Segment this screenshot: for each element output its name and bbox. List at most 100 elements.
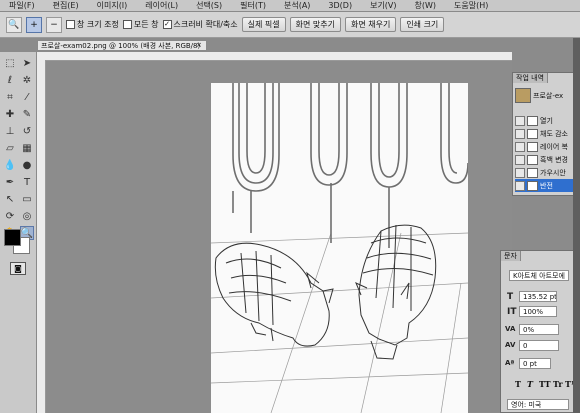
horizontal-ruler [37, 52, 512, 61]
menu-view[interactable]: 보기(V) [361, 0, 405, 11]
clone-stamp-tool-icon[interactable]: ⊥ [3, 124, 17, 138]
fit-screen-button[interactable]: 화면 맞추기 [289, 17, 341, 32]
kerning-icon: AV [505, 341, 516, 349]
history-state-icon [527, 154, 538, 165]
history-item[interactable]: 레이어 복 [515, 140, 580, 153]
history-brush-tool-icon[interactable]: ↺ [20, 124, 34, 138]
history-state-box [515, 115, 525, 126]
menu-file[interactable]: 파일(F) [0, 0, 44, 11]
history-state-box [515, 167, 525, 178]
menu-window[interactable]: 창(W) [406, 0, 446, 11]
marquee-tool-icon[interactable]: ⬚ [3, 56, 17, 70]
eyedropper-tool-icon[interactable]: ⁄ [20, 90, 34, 104]
history-item-label: 레이어 복 [540, 142, 568, 151]
baseline-shift-icon: Aª [505, 359, 515, 367]
baseline-shift-field[interactable]: 0 pt [519, 358, 551, 369]
history-item[interactable]: 가우시안 [515, 166, 580, 179]
zoom-in-button[interactable]: + [26, 16, 42, 33]
document-tab[interactable]: 프로살-exam02.png @ 100% (배경 사본, RGB/8) [37, 40, 207, 51]
menu-image[interactable]: 이미지(I) [88, 0, 137, 11]
3d-orbit-tool-icon[interactable]: ◎ [20, 209, 34, 223]
zoom-in-icon: + [30, 19, 38, 30]
menu-edit[interactable]: 편집(E) [44, 0, 88, 11]
history-item-label: 채도 감소 [540, 129, 568, 138]
menu-bar: 파일(F) 편집(E) 이미지(I) 레이어(L) 선택(S) 필터(T) 분석… [0, 0, 580, 12]
history-state-icon [527, 167, 538, 178]
tab-character[interactable]: 문자 [501, 251, 521, 261]
print-size-button[interactable]: 인쇄 크기 [400, 17, 445, 32]
type-tool-icon[interactable]: T [20, 175, 34, 189]
tracking-icon: VA [505, 325, 516, 333]
vertical-ruler [37, 60, 46, 413]
eraser-tool-icon[interactable]: ▱ [3, 141, 17, 155]
history-item-label: 열기 [540, 116, 553, 125]
zoom-out-icon: − [50, 19, 58, 30]
history-state-icon [527, 115, 538, 126]
history-item[interactable]: 열기 [515, 114, 580, 127]
gradient-tool-icon[interactable]: ▦ [20, 141, 34, 155]
history-state-icon [527, 180, 538, 191]
resize-windows-checkbox[interactable]: 창 크기 조정 [66, 19, 119, 30]
language-select[interactable]: 영어: 미국 [507, 399, 569, 410]
zoom-tool-icon[interactable]: 🔍 [6, 16, 22, 33]
shape-tool-icon[interactable]: ▭ [20, 192, 34, 206]
fill-screen-button[interactable]: 화면 채우기 [344, 17, 397, 32]
crop-tool-icon[interactable]: ⌗ [3, 90, 17, 104]
dodge-tool-icon[interactable]: ● [20, 158, 34, 172]
tab-history[interactable]: 작업 내역 [513, 73, 548, 83]
character-panel: 문자 K아트체 아트모에 T 135.52 pt IT 100% VA 0% A… [500, 250, 574, 413]
history-item[interactable]: 흑백 변경 [515, 153, 580, 166]
history-state-box [515, 180, 525, 191]
quick-mask-icon[interactable]: ◙ [10, 262, 26, 275]
menu-help[interactable]: 도움말(H) [445, 0, 497, 11]
checkbox-icon [122, 20, 132, 29]
menu-analysis[interactable]: 분석(A) [275, 0, 319, 11]
font-family-select[interactable]: K아트체 아트모에 [509, 270, 569, 281]
history-panel: 작업 내역 프로살-ex 열기 채도 감소 레이어 복 흑백 변경 가우시안 반… [512, 72, 580, 196]
history-item-label: 반전 [540, 181, 553, 190]
history-state-box [515, 141, 525, 152]
move-tool-icon[interactable]: ➤ [20, 56, 34, 70]
blur-tool-icon[interactable]: 💧 [3, 158, 17, 172]
vertical-scale-field[interactable]: 100% [519, 306, 557, 317]
healing-brush-tool-icon[interactable]: ✚ [3, 107, 17, 121]
faux-bold-button[interactable]: T [515, 379, 521, 389]
foreground-color-swatch[interactable] [4, 229, 21, 246]
history-state-box [515, 154, 525, 165]
history-item[interactable]: 채도 감소 [515, 127, 580, 140]
vertical-scale-icon: IT [507, 307, 517, 317]
tracking-field[interactable]: 0% [519, 324, 559, 335]
panel-dock-edge [573, 38, 580, 413]
snapshot-label: 프로살-ex [533, 91, 564, 100]
history-item-selected[interactable]: 반전 [515, 179, 580, 192]
kerning-field[interactable]: 0 [519, 340, 559, 351]
pen-tool-icon[interactable]: ✒ [3, 175, 17, 189]
document-image[interactable] [210, 83, 469, 413]
snapshot-thumbnail [515, 88, 531, 103]
history-snapshot[interactable]: 프로살-ex [515, 88, 580, 103]
faux-italic-button[interactable]: T [527, 379, 533, 389]
resize-windows-label: 창 크기 조정 [77, 20, 119, 29]
options-bar: 🔍 + − 창 크기 조정 모든 창 ✓ 스크러비 확대/축소 실제 픽셀 화면 … [0, 12, 580, 38]
history-item-label: 흑백 변경 [540, 155, 568, 164]
path-selection-tool-icon[interactable]: ↖ [3, 192, 17, 206]
actual-pixels-button[interactable]: 실제 픽셀 [241, 17, 286, 32]
lasso-tool-icon[interactable]: ℓ [3, 73, 17, 87]
history-state-box [515, 128, 525, 139]
menu-select[interactable]: 선택(S) [187, 0, 231, 11]
font-size-field[interactable]: 135.52 pt [519, 291, 557, 302]
scrubby-zoom-checkbox[interactable]: ✓ 스크러비 확대/축소 [162, 19, 238, 30]
all-caps-button[interactable]: TT [539, 379, 551, 389]
magic-wand-tool-icon[interactable]: ✲ [20, 73, 34, 87]
menu-layer[interactable]: 레이어(L) [136, 0, 187, 11]
close-document-icon[interactable]: × [196, 41, 202, 49]
all-windows-checkbox[interactable]: 모든 창 [122, 19, 159, 30]
scrubby-zoom-label: 스크러비 확대/축소 [173, 20, 238, 29]
brush-tool-icon[interactable]: ✎ [20, 107, 34, 121]
sketch-cats-illustration [210, 83, 469, 413]
menu-3d[interactable]: 3D(D) [319, 0, 361, 11]
zoom-out-button[interactable]: − [46, 16, 62, 33]
3d-rotate-tool-icon[interactable]: ⟳ [3, 209, 17, 223]
small-caps-button[interactable]: Tr [553, 379, 563, 389]
menu-filter[interactable]: 필터(T) [231, 0, 275, 11]
